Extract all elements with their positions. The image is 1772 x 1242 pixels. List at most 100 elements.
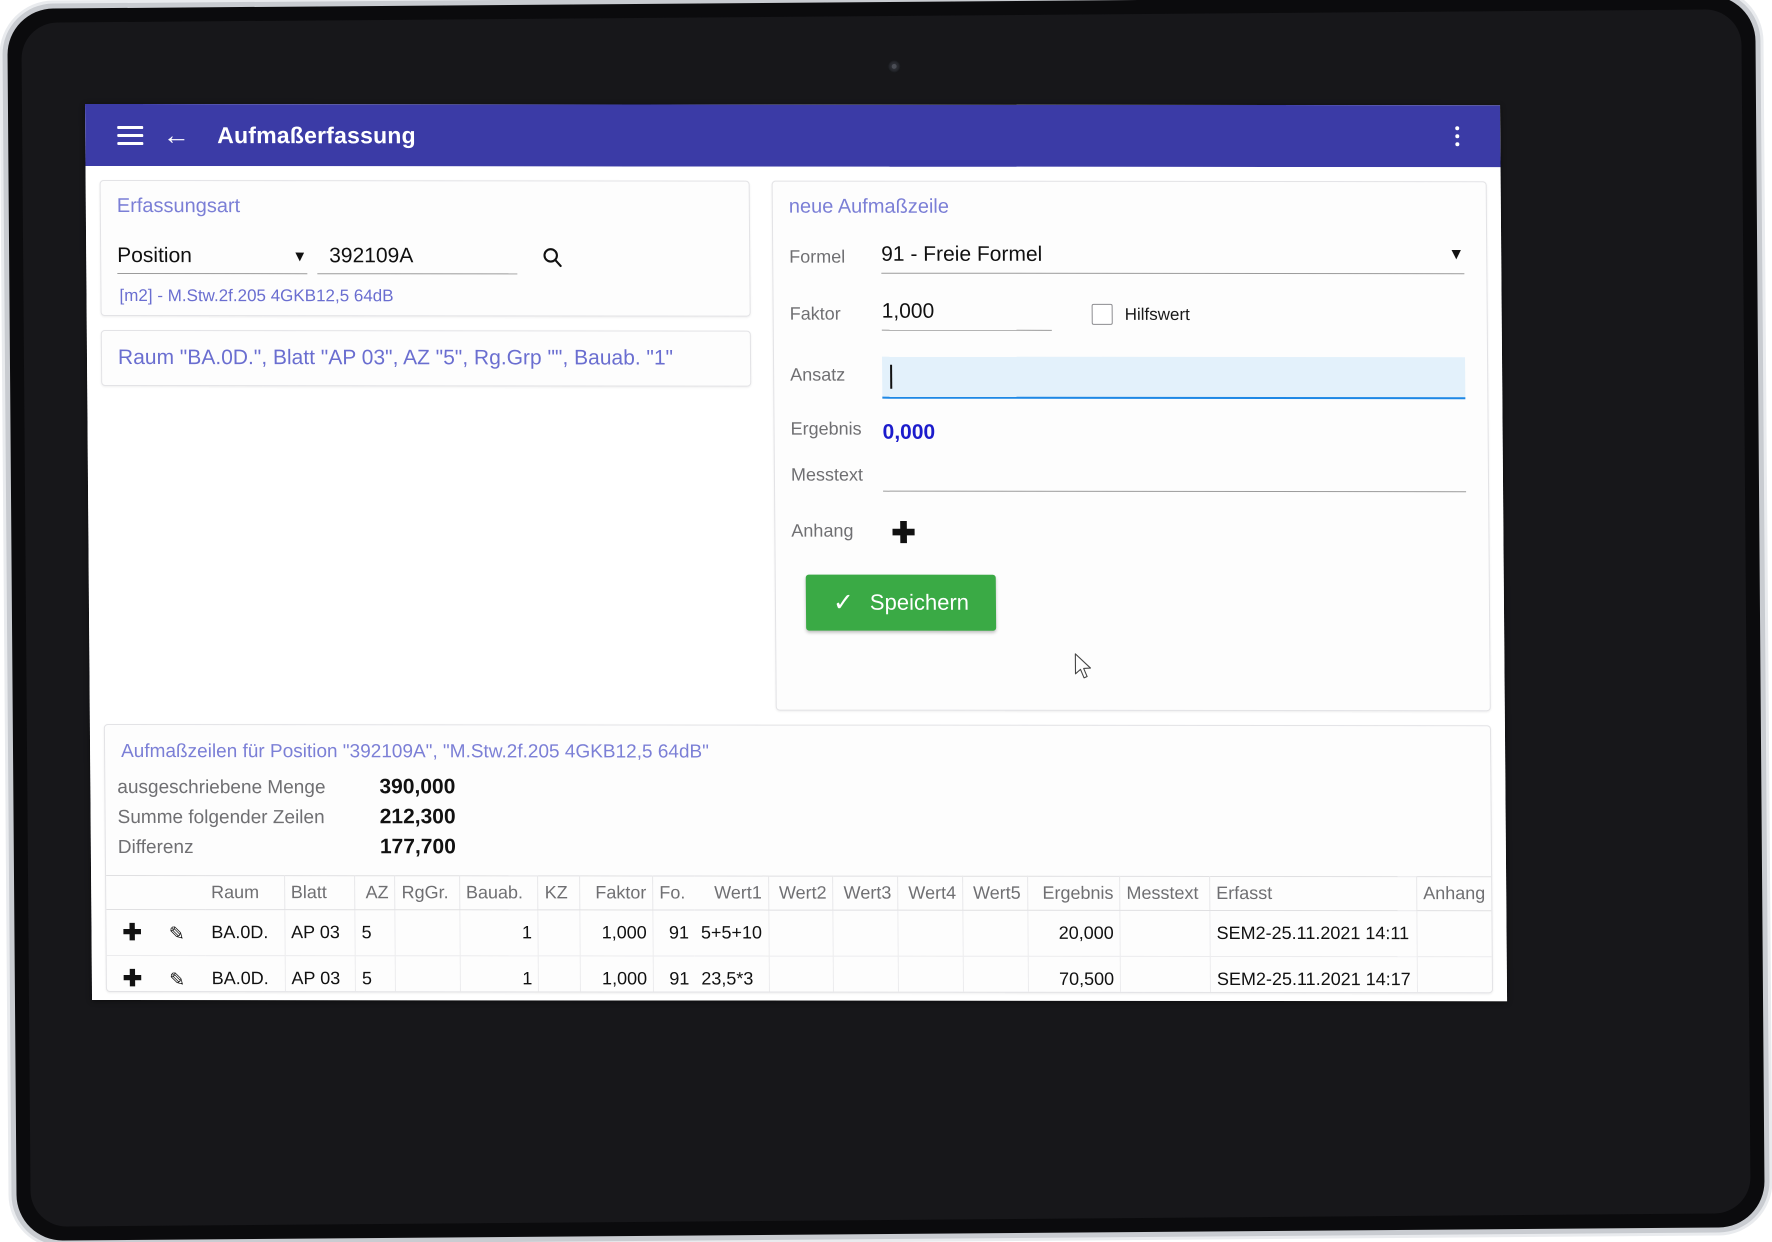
kebab-menu-icon[interactable] [1434, 113, 1480, 159]
col-messtext[interactable]: Messtext [1120, 876, 1210, 910]
cell-kz [539, 956, 581, 993]
position-number-input[interactable]: 392109A [317, 244, 517, 274]
total-label: Differenz [118, 837, 346, 859]
cell-erfasst: SEM2-25.11.2021 14:17 [1210, 956, 1417, 993]
erfassungsart-title: Erfassungsart [101, 181, 749, 223]
col-bauab[interactable]: Bauab. [459, 876, 538, 910]
total-row: Summe folgender Zeilen 212,300 [118, 805, 1491, 830]
cell-anhang [1417, 911, 1492, 957]
col-anhang[interactable]: Anhang [1417, 877, 1492, 911]
table-head: Raum Blatt AZ RgGr. Bauab. KZ Faktor Fo.… [106, 875, 1491, 910]
app-screen: ← Aufmaßerfassung Erfassungsart Position [85, 104, 1507, 1001]
plus-icon[interactable]: ✚ [891, 520, 916, 549]
col-blatt[interactable]: Blatt [284, 876, 355, 910]
cell-blatt: AP 03 [285, 956, 356, 994]
anhang-row: Anhang ✚ [791, 520, 1466, 550]
table-row[interactable]: ✚ ✎ BA.0D. AP 03 5 1 1,000 91 23,5*3 [107, 955, 1492, 993]
ansatz-input[interactable] [882, 357, 1465, 400]
col-faktor[interactable]: Faktor [579, 876, 653, 910]
top-row: Erfassungsart Position ▼ 392109A [100, 180, 1491, 711]
col-rggr[interactable]: RgGr. [395, 876, 460, 910]
cell-erfasst: SEM2-25.11.2021 14:11 [1210, 910, 1417, 956]
device-stage: ← Aufmaßerfassung Erfassungsart Position [0, 0, 1772, 1242]
cell-rggr [395, 910, 460, 956]
cell-wert5 [963, 910, 1028, 956]
chevron-down-icon: ▼ [292, 248, 307, 265]
faktor-row: Faktor 1,000 Hilfswert [790, 300, 1465, 332]
erfassungsart-type-select[interactable]: Position ▼ [117, 244, 307, 274]
search-icon[interactable] [535, 240, 569, 274]
cell-kz [538, 910, 580, 956]
app-bar: ← Aufmaßerfassung [85, 104, 1501, 167]
cell-ergebnis: 20,000 [1027, 910, 1120, 956]
row-actions: ✚ ✎ [106, 909, 205, 955]
hilfswert-checkbox[interactable] [1092, 304, 1113, 325]
total-value: 177,700 [346, 835, 456, 859]
chevron-down-icon: ▼ [1448, 246, 1464, 264]
totals-block: ausgeschriebene Menge 390,000 Summe folg… [105, 765, 1491, 872]
cell-raum: BA.0D. [205, 910, 285, 956]
ergebnis-value: 0,000 [883, 420, 936, 444]
anhang-label: Anhang [791, 521, 883, 548]
cell-messtext [1120, 956, 1210, 993]
cell-bauab: 1 [460, 956, 539, 993]
col-fo[interactable]: Fo. [653, 876, 695, 910]
formel-label: Formel [789, 247, 881, 274]
faktor-input[interactable]: 1,000 [882, 300, 1052, 331]
messtext-input[interactable] [883, 458, 1466, 493]
formel-select[interactable]: 91 - Freie Formel ▼ [881, 243, 1464, 275]
position-description-link[interactable]: [m2] - M.Stw.2f.205 4GKB12,5 64dB [101, 274, 749, 307]
col-az[interactable]: AZ [355, 876, 396, 910]
row-actions: ✚ ✎ [107, 955, 206, 993]
hilfswert-control[interactable]: Hilfswert [1092, 304, 1190, 331]
ergebnis-label: Ergebnis [790, 419, 882, 446]
plus-icon[interactable]: ✚ [123, 965, 142, 991]
cell-faktor: 1,000 [579, 910, 653, 956]
hamburger-menu-icon[interactable] [107, 112, 153, 158]
total-row: ausgeschriebene Menge 390,000 [117, 775, 1490, 800]
cell-az: 5 [355, 956, 396, 993]
plus-icon[interactable]: ✚ [122, 919, 141, 945]
col-ergebnis[interactable]: Ergebnis [1027, 876, 1120, 910]
hilfswert-label: Hilfswert [1125, 304, 1190, 324]
col-raum[interactable]: Raum [205, 876, 285, 910]
cell-faktor: 1,000 [580, 956, 654, 993]
table-row[interactable]: ✚ ✎ BA.0D. AP 03 5 1 1,000 91 5+5+10 [106, 909, 1491, 956]
col-wert3[interactable]: Wert3 [833, 876, 898, 910]
formel-value: 91 - Freie Formel [881, 243, 1042, 267]
neue-aufmasszeile-card: neue Aufmaßzeile Formel 91 - Freie Forme… [772, 181, 1491, 712]
neue-aufmasszeile-title: neue Aufmaßzeile [773, 182, 1486, 224]
cell-anhang [1417, 957, 1492, 994]
col-wert4[interactable]: Wert4 [898, 876, 963, 910]
erfassungsart-card: Erfassungsart Position ▼ 392109A [100, 180, 751, 317]
aufmasszeilen-title: Aufmaßzeilen für Position "392109A", "M.… [105, 725, 1490, 766]
faktor-value: 1,000 [882, 300, 935, 324]
pencil-icon[interactable]: ✎ [169, 924, 185, 945]
table-body: ✚ ✎ BA.0D. AP 03 5 1 1,000 91 5+5+10 [106, 909, 1492, 993]
pencil-icon[interactable]: ✎ [169, 970, 185, 991]
cell-raum: BA.0D. [206, 956, 286, 994]
save-button[interactable]: ✓ Speichern [806, 575, 996, 631]
col-erfasst[interactable]: Erfasst [1210, 876, 1417, 910]
col-wert1[interactable]: Wert1 [695, 876, 769, 910]
back-arrow-icon[interactable]: ← [153, 112, 199, 158]
table-header-row: Raum Blatt AZ RgGr. Bauab. KZ Faktor Fo.… [106, 875, 1491, 910]
cell-blatt: AP 03 [284, 910, 355, 956]
col-wert2[interactable]: Wert2 [768, 876, 833, 910]
cell-wert1: 5+5+10 [695, 910, 769, 956]
cell-wert2 [769, 956, 834, 993]
total-value: 390,000 [345, 775, 455, 799]
left-column: Erfassungsart Position ▼ 392109A [100, 180, 752, 387]
context-info-card[interactable]: Raum "BA.0D.", Blatt "AP 03", AZ "5", Rg… [101, 330, 751, 387]
cell-wert4 [898, 956, 963, 993]
col-wert5[interactable]: Wert5 [962, 876, 1027, 910]
context-info-text: Raum "BA.0D.", Blatt "AP 03", AZ "5", Rg… [118, 346, 673, 370]
col-kz[interactable]: KZ [538, 876, 579, 910]
aufmasszeilen-card: Aufmaßzeilen für Position "392109A", "M.… [104, 724, 1493, 993]
front-camera-icon [888, 60, 901, 73]
cell-wert4 [898, 910, 963, 956]
cell-wert2 [769, 910, 834, 956]
erfassungsart-controls: Position ▼ 392109A [101, 222, 749, 275]
ergebnis-row: Ergebnis 0,000 [790, 419, 1465, 447]
cell-wert3 [834, 956, 899, 993]
